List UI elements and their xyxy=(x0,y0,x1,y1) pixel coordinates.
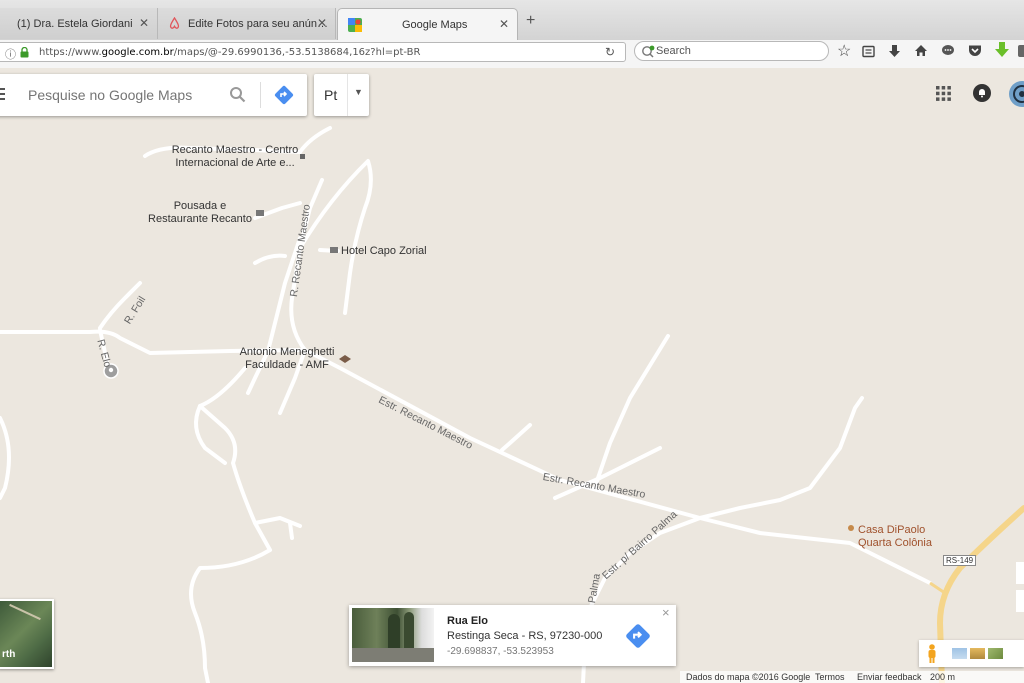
menu-icon[interactable] xyxy=(0,88,5,100)
place-label-line: Antonio Meneghetti xyxy=(239,346,335,358)
search-engine-icon xyxy=(642,45,655,58)
tab-title: (1) Dra. Estela Giordani xyxy=(17,17,133,30)
search-icon[interactable] xyxy=(229,86,246,103)
info-card-address: Restinga Seca - RS, 97230-000 xyxy=(447,630,603,642)
url-prefix: https://www. xyxy=(39,46,102,58)
place-info-card[interactable]: Rua Elo Restinga Seca - RS, 97230-000 -2… xyxy=(349,605,676,666)
notifications-icon[interactable] xyxy=(973,84,991,102)
url-text: https://www.google.com.br/maps/@-29.6990… xyxy=(39,47,420,58)
tab-title: Google Maps xyxy=(402,19,468,31)
tab-title: Edite Fotos para seu anún… xyxy=(188,17,329,30)
place-label-line: Internacional de Arte e... xyxy=(175,156,295,169)
extension-icon[interactable] xyxy=(1018,44,1024,58)
place-pousada[interactable]: Pousada e Restaurante Recanto xyxy=(140,200,260,225)
place-label-line: Recanto Maestro - Centro xyxy=(171,144,299,156)
pocket-icon[interactable] xyxy=(968,44,982,57)
lock-icon xyxy=(20,47,29,58)
info-card-title: Rua Elo xyxy=(447,615,488,627)
street-view-thumbnail[interactable] xyxy=(352,608,434,662)
download-icon[interactable] xyxy=(888,44,901,58)
maps-search-input[interactable] xyxy=(26,84,220,106)
pegman-icon[interactable] xyxy=(927,644,937,663)
close-icon[interactable]: ✕ xyxy=(139,16,149,30)
terms-link[interactable]: Termos xyxy=(815,672,845,682)
layer-thumb-satellite[interactable] xyxy=(952,648,967,659)
place-recanto-maestro[interactable]: Recanto Maestro - Centro Internacional d… xyxy=(160,144,310,169)
place-casa-dipaolo[interactable]: Casa DiPaolo Quarta Colônia xyxy=(858,524,932,549)
map-roads[interactable] xyxy=(0,68,1024,683)
place-hotel-capo-zorial[interactable]: Hotel Capo Zorial xyxy=(341,245,427,258)
reload-icon[interactable]: ↻ xyxy=(605,45,615,59)
directions-icon[interactable] xyxy=(625,623,651,649)
highway-shield-rs149: RS-149 xyxy=(943,555,977,566)
layer-thumb-terrain[interactable] xyxy=(970,648,985,659)
layer-thumb-photo[interactable] xyxy=(988,648,1003,659)
tab-airbnb[interactable]: Edite Fotos para seu anún… ✕ xyxy=(158,8,336,39)
language-label: Pt xyxy=(324,87,338,103)
place-label-line: Restaurante Recanto xyxy=(148,212,252,225)
browser-tab-strip: (1) Dra. Estela Giordani ✕ Edite Fotos p… xyxy=(0,0,1024,41)
directions-icon[interactable] xyxy=(274,85,294,105)
apps-grid-icon[interactable] xyxy=(936,86,951,101)
earth-label: rth xyxy=(2,649,16,660)
place-label-line: Pousada e xyxy=(173,200,227,212)
url-domain: google.com.br xyxy=(101,46,174,58)
language-selector[interactable]: Pt ▼ xyxy=(314,74,369,116)
reading-list-icon[interactable] xyxy=(862,45,875,58)
close-icon[interactable]: × xyxy=(662,605,670,620)
map-data-credit[interactable]: Dados do mapa ©2016 Google xyxy=(686,672,810,682)
green-arrow-icon[interactable] xyxy=(995,42,1009,58)
maps-search-panel xyxy=(0,74,307,116)
avatar[interactable] xyxy=(1006,80,1024,108)
airbnb-icon xyxy=(169,17,180,29)
place-label-line: Casa DiPaolo xyxy=(858,524,926,536)
tab-estela-giordani[interactable]: (1) Dra. Estela Giordani ✕ xyxy=(0,8,158,39)
star-icon[interactable]: ☆ xyxy=(837,41,851,61)
tab-google-maps[interactable]: Google Maps ✕ xyxy=(337,8,518,41)
info-icon[interactable]: ⓘ xyxy=(5,46,16,62)
send-feedback-link[interactable]: Enviar feedback xyxy=(857,672,922,682)
caret-down-icon[interactable]: ▼ xyxy=(354,87,363,97)
map-footer: Dados do mapa ©2016 Google Termos Enviar… xyxy=(680,671,1024,683)
map-canvas[interactable]: Recanto Maestro - Centro Internacional d… xyxy=(0,68,1024,683)
browser-nav-bar: ⓘ https://www.google.com.br/maps/@-29.69… xyxy=(0,40,1024,69)
close-icon[interactable]: ✕ xyxy=(499,17,509,31)
chat-icon[interactable] xyxy=(941,44,955,57)
place-label-line: Quarta Colônia xyxy=(858,536,932,549)
close-icon[interactable]: ✕ xyxy=(317,16,327,30)
home-icon[interactable] xyxy=(914,44,928,57)
new-tab-button[interactable]: + xyxy=(526,12,535,30)
map-controls-bar xyxy=(919,640,1024,667)
earth-view-toggle[interactable]: rth xyxy=(0,599,54,669)
browser-search-input[interactable]: Search xyxy=(634,41,829,61)
google-maps-icon xyxy=(348,18,362,32)
url-bar[interactable]: ⓘ https://www.google.com.br/maps/@-29.69… xyxy=(0,42,626,62)
place-label-line: Faculdade - AMF xyxy=(245,358,329,371)
info-card-coords[interactable]: -29.698837, -53.523953 xyxy=(447,646,554,657)
search-placeholder: Search xyxy=(656,45,691,57)
url-path: /maps/@-29.6990136,-53.5138684,16z?hl=pt… xyxy=(173,46,421,58)
scale-label[interactable]: 200 m xyxy=(930,672,955,682)
place-antonio-meneghetti[interactable]: Antonio Meneghetti Faculdade - AMF xyxy=(228,346,346,371)
